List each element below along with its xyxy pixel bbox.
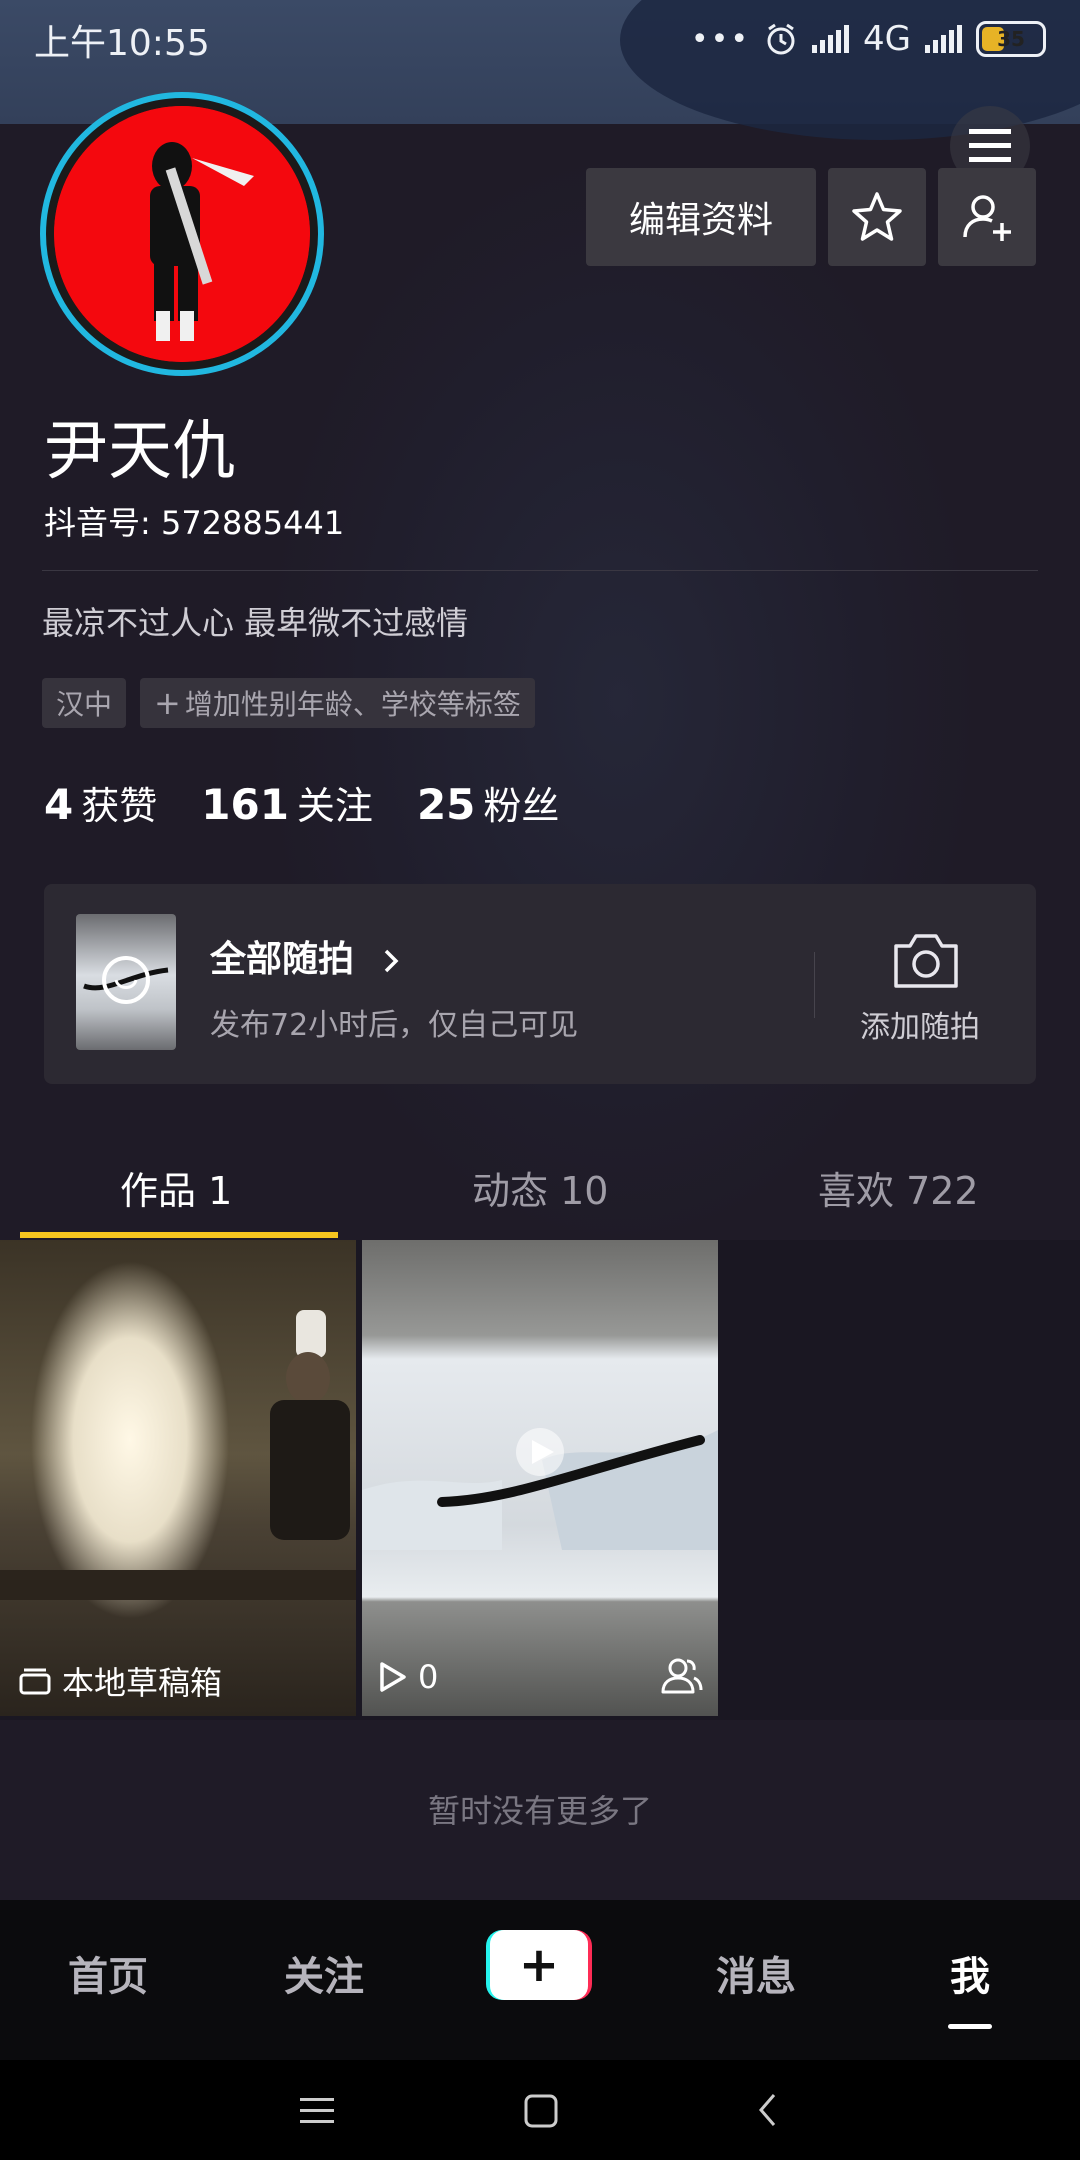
- chevron-right-icon: [384, 949, 399, 973]
- random-shot-title-label: 全部随拍: [210, 939, 355, 980]
- add-tags-label: 增加性别年龄、学校等标签: [184, 688, 521, 721]
- add-friend-button[interactable]: [938, 168, 1036, 266]
- avatar-figure: [54, 106, 310, 362]
- random-shot-title[interactable]: 全部随拍: [210, 930, 403, 982]
- play-count-value: 0: [418, 1658, 439, 1696]
- profile-name: 尹天仇: [44, 415, 236, 489]
- nav-messages[interactable]: 消息: [716, 1944, 796, 2002]
- stat-followers[interactable]: 25 粉丝: [417, 775, 559, 830]
- profile-bio[interactable]: 最凉不过人心 最卑微不过感情: [42, 598, 468, 644]
- random-shot-card[interactable]: [44, 884, 1036, 1084]
- stat-likes-label: 获赞: [81, 784, 158, 828]
- chef-figure: [0, 1310, 356, 1600]
- nav-active-indicator: [948, 2024, 992, 2029]
- avatar[interactable]: [40, 92, 324, 376]
- back-icon[interactable]: [756, 2092, 780, 2128]
- friends-icon: [661, 1658, 703, 1694]
- edit-profile-button[interactable]: 编辑资料: [586, 168, 816, 266]
- status-time: 上午10:55: [34, 23, 210, 64]
- video-tile[interactable]: [362, 1240, 718, 1716]
- random-shot-subtitle: 发布72小时后，仅自己可见: [210, 1008, 579, 1043]
- stat-following[interactable]: 161 关注: [201, 775, 373, 830]
- nav-me[interactable]: 我: [950, 1944, 990, 2002]
- menu-icon: [969, 129, 1011, 162]
- thumb-overlay: [83, 956, 169, 1004]
- card-divider: [814, 952, 815, 1018]
- battery-level: 35: [997, 27, 1025, 51]
- signal-icon: [812, 25, 850, 53]
- stat-following-value: 161: [201, 780, 289, 829]
- tag-location[interactable]: 汉中: [42, 678, 127, 728]
- plus-icon: +: [490, 1930, 588, 2000]
- add-tags-button[interactable]: + 增加性别年龄、学校等标签: [140, 678, 535, 728]
- douyin-id[interactable]: 抖音号: 572885441: [44, 498, 344, 544]
- draft-box-icon: [19, 1668, 51, 1695]
- play-count: 0: [378, 1658, 438, 1696]
- divider: [42, 570, 1038, 571]
- tab-indicator: [20, 1232, 338, 1238]
- stat-followers-label: 粉丝: [483, 784, 560, 828]
- add-user-icon: [963, 195, 1011, 241]
- no-more-text: 暂时没有更多了: [427, 1792, 652, 1830]
- nav-follow[interactable]: 关注: [284, 1944, 364, 2002]
- recents-icon[interactable]: [300, 2096, 334, 2126]
- stat-following-label: 关注: [296, 784, 373, 828]
- tab-moments[interactable]: 动态 10: [472, 1160, 608, 1215]
- tab-likes[interactable]: 喜欢 722: [818, 1160, 979, 1215]
- battery-icon: 35: [976, 21, 1046, 57]
- create-video-button[interactable]: +: [486, 1930, 592, 2000]
- plus-icon: +: [154, 684, 181, 722]
- draft-box-text: 本地草稿箱: [62, 1664, 223, 1702]
- play-icon: [380, 1662, 406, 1692]
- camera-icon[interactable]: [892, 930, 960, 990]
- favorites-button[interactable]: [828, 168, 926, 266]
- nav-home[interactable]: 首页: [68, 1944, 148, 2002]
- random-shot-thumbnail[interactable]: [76, 914, 176, 1050]
- stat-likes[interactable]: 4 获赞: [44, 775, 157, 830]
- alarm-icon: [767, 23, 795, 55]
- ink-landscape: [362, 1428, 718, 1550]
- draft-box-label: 本地草稿箱: [18, 1658, 222, 1704]
- system-nav-bar: [0, 2060, 1080, 2160]
- star-icon: [852, 192, 902, 241]
- more-dots-icon: •••: [690, 21, 751, 57]
- tab-works[interactable]: 作品 1: [120, 1160, 232, 1215]
- network-type: 4G: [863, 19, 911, 59]
- draft-video-tile[interactable]: [0, 1240, 356, 1716]
- stat-likes-value: 4: [44, 780, 74, 829]
- home-icon[interactable]: [524, 2094, 558, 2128]
- stat-followers-value: 25: [416, 780, 476, 829]
- add-random-shot-button[interactable]: 添加随拍: [860, 1002, 980, 1046]
- signal-icon-2: [925, 25, 962, 53]
- status-icons: ••• 4G 35: [691, 14, 1046, 64]
- profile-stats: 4 获赞 161 关注 25 粉丝: [44, 775, 559, 830]
